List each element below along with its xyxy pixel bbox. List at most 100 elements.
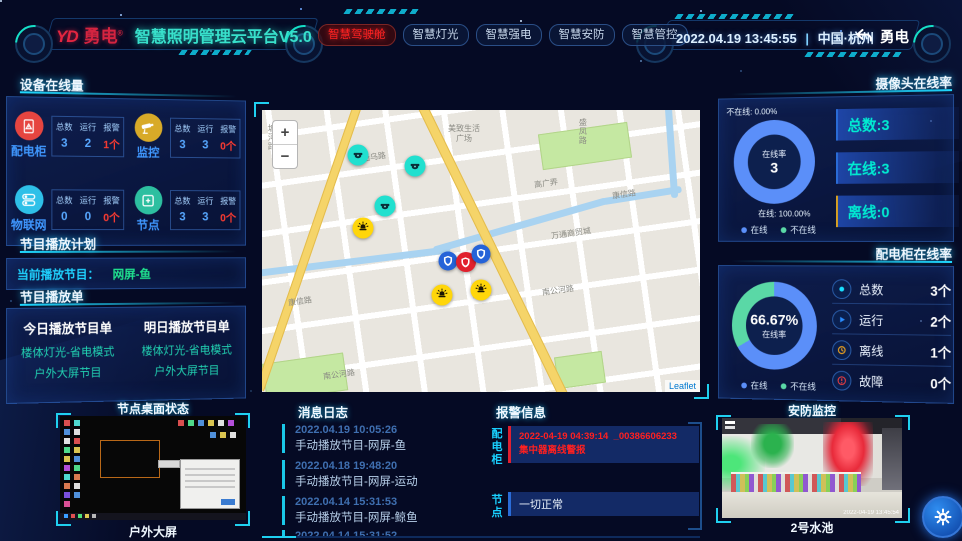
- device-stats-table: 总数 运行 报警 3 3 0个: [170, 117, 240, 158]
- bottom-line-highlight: [262, 536, 296, 538]
- header-knob-decor: [913, 25, 951, 63]
- page-title: 智慧照明管理云平台V5.0: [135, 23, 312, 47]
- map-marker-light[interactable]: [471, 280, 492, 301]
- zoom-in-button[interactable]: +: [273, 121, 297, 144]
- brand-logo: YD 勇电® 智慧照明管理云平台V5.0: [56, 22, 312, 47]
- alarm-value: 0个: [217, 137, 240, 153]
- zoom-out-button[interactable]: −: [273, 144, 297, 168]
- camera-stat-online: 在线:3: [836, 151, 959, 184]
- log-entry: 2022.04.14 15:31:53 手动播放节目-网屏-鲸鱼: [282, 496, 482, 525]
- device-stats-table: 总数 运行 报警 3 3 0个: [170, 190, 240, 230]
- node-icon: [134, 186, 162, 215]
- playlist-item: 楼体灯光-省电模式: [128, 340, 245, 362]
- settings-gear-button[interactable]: [922, 496, 962, 538]
- leaflet-attribution[interactable]: Leaflet: [665, 380, 700, 392]
- total-value: 3: [52, 135, 76, 151]
- cabinet-rate-box: 66.67% 在线率 在线 不在线 总数 3个 运行 2个 离线 1个: [718, 265, 954, 404]
- message-log-panel: 消息日志 2022.04.19 10:05:26 手动播放节目-网屏-鱼 202…: [276, 402, 482, 536]
- dash-strip-decor: [804, 52, 903, 57]
- playlist-box: 今日播放节目单 楼体灯光-省电模式 户外大屏节目 明日播放节目单 楼体灯光-省电…: [6, 306, 246, 404]
- corner-bracket: [254, 102, 269, 117]
- iot-icon: [14, 185, 43, 214]
- playlist-item: 户外大屏节目: [128, 360, 245, 382]
- map-marker-light[interactable]: [431, 284, 452, 305]
- dash-strip-decor: [674, 14, 796, 19]
- cabinet-row-total: 总数 3个: [832, 274, 951, 305]
- log-entry: 2022.04.19 10:05:26 手动播放节目-网屏-鱼: [282, 424, 482, 453]
- col-alarm: 报警: [100, 119, 123, 136]
- total-value: 3: [171, 137, 194, 153]
- map-canvas[interactable]: + − Leaflet 美致生活广场龙船乌路塘河路盛凤路高广弄万通商贸城康信路南…: [262, 110, 700, 392]
- log-time: 2022.04.14 15:31:53: [295, 496, 482, 508]
- corner-bracket: [56, 413, 71, 428]
- node-desktop-panel: 节点桌面状态 户外大屏: [54, 400, 252, 540]
- back-icon[interactable]: [854, 27, 874, 45]
- row-value: 0个: [930, 372, 951, 392]
- row-value: 3个: [930, 279, 951, 299]
- video-scene: [882, 428, 902, 490]
- camera-rate-box: 不在线: 0.00% 在线率 3 在线: 100.00% 在线 不在线 总数:3…: [718, 94, 954, 242]
- cabinet-donut-center: 66.67% 在线率: [732, 282, 817, 371]
- corner-bracket: [716, 508, 731, 523]
- desktop-icons-column: [74, 420, 80, 426]
- datetime-text: 2022.04.19 13:45:55: [676, 31, 797, 46]
- playlist-today: 今日播放节目单 楼体灯光-省电模式 户外大屏节目: [7, 308, 128, 403]
- security-camera-video[interactable]: 2022-04-19 13:45:54: [722, 418, 902, 518]
- user-label[interactable]: 勇电: [880, 26, 909, 47]
- security-camera-label: 2号水池: [712, 519, 912, 536]
- device-name: 配电柜: [11, 142, 47, 159]
- logo-mark: YD: [56, 27, 78, 47]
- cabinet-row-offline: 离线 1个: [832, 335, 951, 367]
- corner-bracket: [235, 511, 250, 526]
- row-label: 运行: [859, 310, 922, 330]
- node-status-box: 一切正常: [508, 492, 699, 516]
- col-total: 总数: [171, 192, 194, 209]
- separator: |: [805, 31, 809, 46]
- left-panel: 设备在线量 配电柜 总数 运行 报警 3 2 1个: [6, 66, 248, 404]
- cabinet-row-fault: 故障 0个: [832, 366, 951, 397]
- alarm-time-code: 2022-04-19 04:39:14 _00386606233: [519, 430, 691, 444]
- title-underline: [731, 260, 952, 263]
- map-marker-camera[interactable]: [348, 145, 369, 166]
- playlist-item: 楼体灯光-省电模式: [7, 342, 128, 364]
- cabinet-row-running: 运行 2个: [832, 305, 951, 336]
- map-marker-camera[interactable]: [405, 156, 426, 177]
- corner-bracket: [895, 415, 910, 430]
- row-value: 1个: [930, 341, 951, 361]
- tab-smart-power[interactable]: 智慧强电: [476, 24, 542, 46]
- dialog-window: [180, 459, 240, 509]
- cabinet-icon: [14, 111, 43, 140]
- col-running: 运行: [194, 121, 217, 138]
- header-bar: YD 勇电® 智慧照明管理云平台V5.0 智慧驾驶舱 智慧灯光 智慧强电 智慧安…: [0, 0, 962, 64]
- message-log-title: 消息日志: [298, 402, 348, 421]
- device-card-node: 节点 总数 运行 报警 3 3 0个: [128, 173, 244, 246]
- col-alarm: 报警: [217, 121, 240, 138]
- desktop-screenshot[interactable]: [60, 416, 246, 520]
- donut-caption: 在线率: [762, 328, 786, 340]
- device-card-cctv: 监控 总数 运行 报警 3 3 0个: [128, 100, 244, 174]
- tab-smart-cockpit[interactable]: 智慧驾驶舱: [318, 24, 396, 46]
- log-time: 2022.04.18 19:48:20: [295, 460, 482, 472]
- col-alarm: 报警: [217, 193, 240, 210]
- running-value: 2: [76, 135, 100, 151]
- current-program-label: 当前播放节目：: [17, 265, 99, 282]
- legend-online: 在线: [741, 379, 767, 392]
- map-marker-shield-blue[interactable]: [472, 244, 491, 263]
- tab-smart-lighting[interactable]: 智慧灯光: [403, 24, 469, 46]
- device-card-cabinet: 配电柜 总数 运行 报警 3 2 1个: [8, 98, 128, 173]
- row-label: 总数: [859, 279, 922, 298]
- camera-stat-offline: 离线:0: [836, 195, 959, 227]
- street-label: 美致生活广场: [446, 124, 482, 144]
- nav-tabs: 智慧驾驶舱 智慧灯光 智慧强电 智慧安防 智慧管控: [318, 24, 688, 46]
- row-label: 故障: [859, 371, 922, 391]
- tab-smart-security[interactable]: 智慧安防: [549, 24, 615, 46]
- camera-stat-total: 总数:3: [836, 107, 959, 141]
- map-marker-camera[interactable]: [374, 195, 395, 216]
- donut-value: 66.67%: [750, 311, 798, 328]
- security-title: 安防监控: [712, 402, 912, 419]
- playlist-item: 户外大屏节目: [7, 363, 128, 386]
- playlist-tomorrow-header: 明日播放节目单: [128, 316, 245, 336]
- play-icon: [832, 309, 851, 329]
- node-group-label: 节点: [490, 494, 504, 520]
- map-marker-light[interactable]: [352, 218, 373, 239]
